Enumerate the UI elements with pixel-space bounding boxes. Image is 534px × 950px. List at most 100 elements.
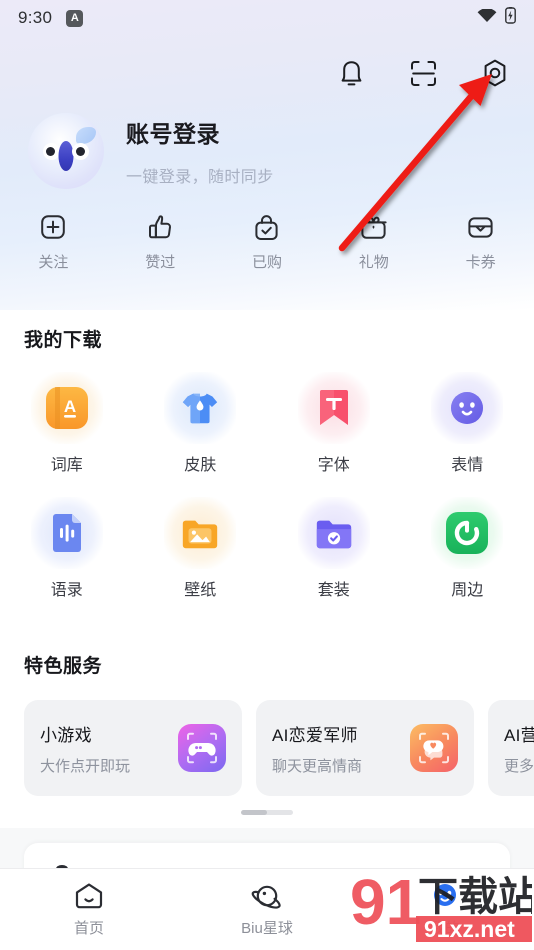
emoji-face-icon bbox=[446, 387, 488, 429]
profile-subtitle: 一键登录，随时同步 bbox=[126, 169, 274, 186]
quick-action-follow[interactable]: 关注 bbox=[0, 212, 107, 272]
service-card-ai-marketing[interactable]: AI营销 更多营销 bbox=[488, 700, 534, 796]
thumbs-up-icon bbox=[147, 212, 173, 242]
download-item-dictionary[interactable]: A 词库 bbox=[0, 372, 134, 475]
service-card-ai-love-coach[interactable]: AI恋爱军师 聊天更高情商 bbox=[256, 700, 474, 796]
download-item-label: 语录 bbox=[50, 582, 83, 599]
icon-halo bbox=[164, 497, 237, 569]
phone-screen: 9:30 A 账号登录 一键登录，随时同步 关注 赞过 已购 礼物 卡券 我的下… bbox=[0, 0, 534, 950]
header-actions bbox=[330, 52, 516, 94]
power-circle-icon bbox=[446, 512, 489, 554]
icon-halo bbox=[30, 497, 103, 569]
icon-halo bbox=[164, 372, 237, 444]
download-item-wallpaper[interactable]: 壁纸 bbox=[134, 497, 268, 600]
featured-services-carousel[interactable]: 小游戏 大作点开即玩 AI恋爱军师 聊天更高情商 AI营 更多 bbox=[0, 700, 534, 800]
icon-halo bbox=[297, 497, 370, 569]
service-card-minigames[interactable]: 小游戏 大作点开即玩 bbox=[24, 700, 242, 796]
gamepad-icon bbox=[178, 724, 226, 772]
nav-item-label: Biu星球 bbox=[241, 920, 293, 937]
avatar-beak bbox=[58, 141, 74, 171]
download-item-suite[interactable]: 套装 bbox=[267, 497, 401, 600]
nav-item-label: 我的 bbox=[429, 920, 460, 937]
suite-folder-icon bbox=[313, 512, 355, 554]
service-card-title: AI恋爱军师 bbox=[272, 725, 358, 745]
download-item-label: 壁纸 bbox=[184, 582, 217, 599]
icon-halo bbox=[297, 372, 370, 444]
service-card-subtitle: 大作点开即玩 bbox=[40, 757, 131, 775]
download-item-emoji[interactable]: 表情 bbox=[401, 372, 534, 475]
nav-item-label: 首页 bbox=[73, 920, 104, 937]
nav-item-profile[interactable]: 我的 bbox=[356, 879, 534, 938]
service-card-title: 小游戏 bbox=[40, 725, 92, 745]
icon-halo: A bbox=[30, 372, 103, 444]
quote-document-icon bbox=[46, 512, 88, 554]
profile-avatar-icon bbox=[429, 879, 461, 913]
carousel-scroll-indicator[interactable] bbox=[241, 810, 293, 815]
svg-text:A: A bbox=[64, 397, 76, 416]
status-time: 9:30 bbox=[18, 8, 53, 27]
bird-avatar[interactable] bbox=[28, 113, 104, 189]
service-card-subtitle: 聊天更高情商 bbox=[272, 757, 363, 775]
download-item-label: 字体 bbox=[317, 457, 350, 474]
status-indicators bbox=[477, 7, 516, 29]
service-card-text: AI营销 更多营销 bbox=[504, 721, 534, 776]
font-bookmark-icon bbox=[313, 387, 355, 429]
download-item-label: 皮肤 bbox=[184, 457, 217, 474]
bottom-navigation-bar: 首页 Biu星球 我的 bbox=[0, 868, 534, 950]
status-app-badge: A bbox=[66, 9, 84, 27]
download-item-label: 表情 bbox=[451, 457, 484, 474]
avatar-pupil-right bbox=[76, 147, 85, 156]
download-item-label: 周边 bbox=[451, 582, 484, 599]
tshirt-icon bbox=[179, 387, 221, 429]
quick-action-label: 卡券 bbox=[465, 254, 496, 271]
quick-actions-row: 关注 赞过 已购 礼物 卡券 bbox=[0, 212, 534, 272]
quick-action-coupons[interactable]: 卡券 bbox=[427, 212, 534, 272]
download-item-font[interactable]: 字体 bbox=[267, 372, 401, 475]
planet-icon bbox=[250, 879, 284, 913]
profile-section[interactable]: 账号登录 一键登录，随时同步 bbox=[28, 113, 274, 189]
bag-check-icon bbox=[254, 212, 279, 242]
gift-box-icon bbox=[360, 212, 387, 242]
download-item-peripheral[interactable]: 周边 bbox=[401, 497, 534, 600]
avatar-wing bbox=[76, 127, 96, 144]
settings-gear-icon[interactable] bbox=[474, 52, 516, 94]
notification-bell-icon[interactable] bbox=[330, 52, 372, 94]
service-card-text: 小游戏 大作点开即玩 bbox=[40, 721, 178, 776]
status-bar: 9:30 A bbox=[0, 0, 534, 36]
quick-action-label: 关注 bbox=[38, 254, 69, 271]
profile-text-block: 账号登录 一键登录，随时同步 bbox=[126, 115, 274, 187]
quick-action-label: 已购 bbox=[251, 254, 282, 271]
icon-halo bbox=[431, 372, 504, 444]
plus-square-icon bbox=[40, 212, 66, 242]
download-item-skin[interactable]: 皮肤 bbox=[134, 372, 268, 475]
quick-action-label: 赞过 bbox=[145, 254, 176, 271]
service-card-subtitle: 更多营销 bbox=[504, 757, 534, 775]
profile-title[interactable]: 账号登录 bbox=[126, 115, 274, 149]
chat-heart-icon bbox=[410, 724, 458, 772]
icon-halo bbox=[431, 497, 504, 569]
nav-item-biu-planet[interactable]: Biu星球 bbox=[178, 879, 356, 938]
service-card-title: AI营销 bbox=[504, 725, 534, 745]
download-item-label: 词库 bbox=[50, 457, 83, 474]
downloads-section-title: 我的下载 bbox=[24, 330, 103, 351]
wifi-icon bbox=[477, 7, 497, 28]
downloads-row-1: A 词库 皮肤 字体 表情 bbox=[0, 372, 534, 475]
downloads-grid: A 词库 皮肤 字体 表情 语录 壁纸 套装 周边 bbox=[0, 372, 534, 622]
nav-item-home[interactable]: 首页 bbox=[0, 879, 178, 938]
wallpaper-folder-icon bbox=[179, 512, 221, 554]
scan-icon[interactable] bbox=[402, 52, 444, 94]
quick-action-gifts[interactable]: 礼物 bbox=[320, 212, 427, 272]
download-item-quotes[interactable]: 语录 bbox=[0, 497, 134, 600]
avatar-pupil-left bbox=[46, 147, 55, 156]
quick-action-liked[interactable]: 赞过 bbox=[107, 212, 214, 272]
download-item-label: 套装 bbox=[317, 582, 350, 599]
service-card-text: AI恋爱军师 聊天更高情商 bbox=[272, 721, 410, 776]
featured-section-title: 特色服务 bbox=[24, 656, 103, 677]
home-icon bbox=[73, 879, 105, 913]
coupon-card-icon bbox=[467, 212, 494, 242]
dictionary-icon: A bbox=[45, 387, 88, 429]
battery-icon bbox=[505, 7, 516, 29]
downloads-row-2: 语录 壁纸 套装 周边 bbox=[0, 497, 534, 600]
quick-action-purchased[interactable]: 已购 bbox=[214, 212, 321, 272]
quick-action-label: 礼物 bbox=[358, 254, 389, 271]
